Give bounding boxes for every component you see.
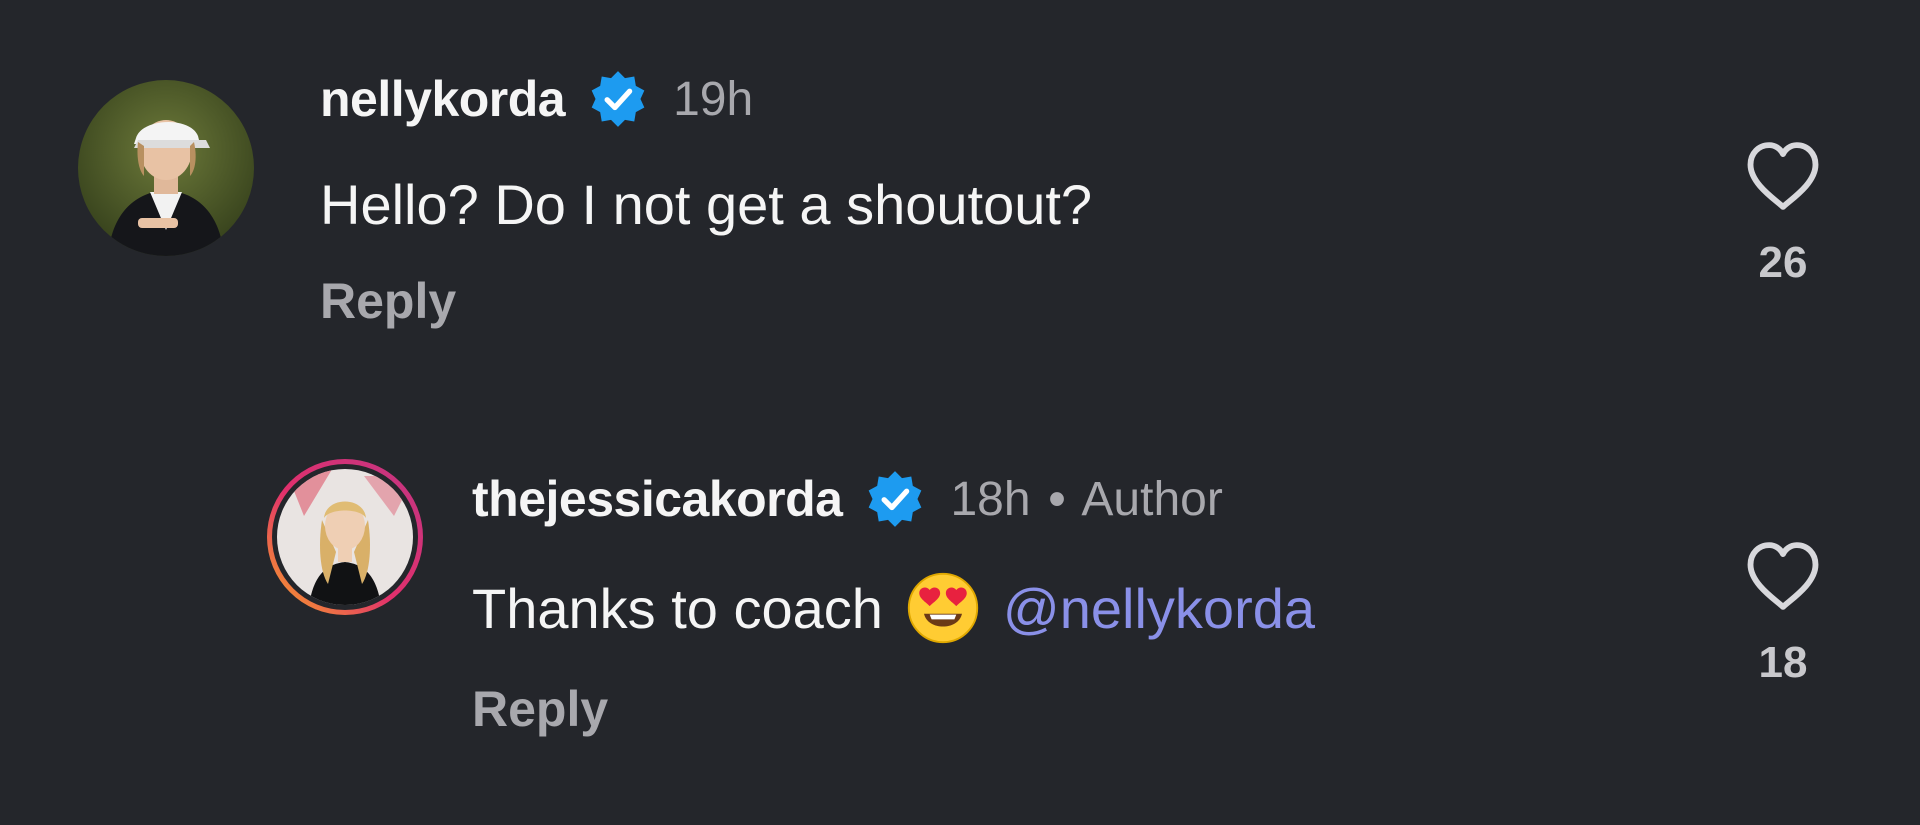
comment-body: Thanks to coach — [472, 576, 883, 640]
timestamp: 18h — [950, 472, 1031, 526]
heart-icon[interactable] — [1744, 540, 1822, 612]
profile-photo-icon — [267, 459, 423, 615]
username[interactable]: thejessicakorda — [472, 470, 843, 528]
comments-screen: nellykorda 19h Hello? Do I not get a sho… — [0, 0, 1920, 825]
author-tag: Author — [1081, 472, 1223, 526]
comment-text: Thanks to coach @nellykorda — [472, 570, 1315, 646]
separator-dot: • — [1048, 472, 1066, 526]
like-column: 26 — [1728, 140, 1838, 288]
comment-text: Hello? Do I not get a shoutout? — [320, 172, 1092, 237]
next-comment-peek — [0, 813, 1920, 825]
profile-photo-icon — [78, 80, 254, 256]
avatar[interactable] — [78, 80, 254, 256]
heart-icon[interactable] — [1744, 140, 1822, 212]
like-column: 18 — [1728, 540, 1838, 688]
verified-badge-icon — [869, 471, 922, 527]
timestamp: 19h — [673, 72, 754, 126]
username[interactable]: nellykorda — [320, 70, 566, 128]
mention-link[interactable]: @nellykorda — [1003, 576, 1315, 641]
verified-badge-icon — [591, 71, 645, 127]
comment-body: Hello? Do I not get a shoutout? — [320, 173, 1093, 236]
like-count: 26 — [1758, 238, 1808, 287]
comment-header: thejessicakorda 18h • Author — [472, 468, 1223, 530]
comment-2: thejessicakorda 18h • Author Thanks to c… — [0, 440, 1920, 800]
comment-header: nellykorda 19h — [320, 68, 753, 130]
reply-button[interactable]: Reply — [320, 272, 456, 330]
comment-1: nellykorda 19h Hello? Do I not get a sho… — [0, 0, 1920, 360]
avatar-story-ring[interactable] — [264, 456, 426, 618]
like-count: 18 — [1758, 638, 1808, 687]
heart-eyes-emoji-icon — [907, 572, 979, 644]
reply-button[interactable]: Reply — [472, 680, 608, 738]
